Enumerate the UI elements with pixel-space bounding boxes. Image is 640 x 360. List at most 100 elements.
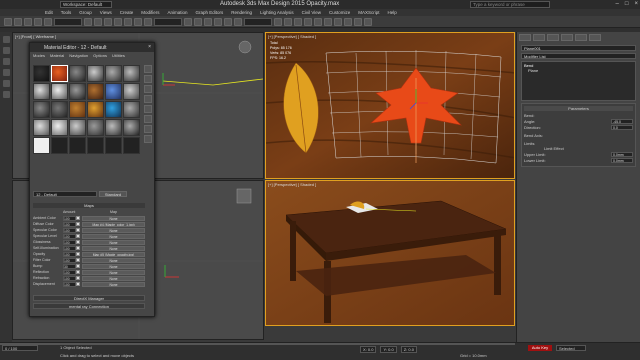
options-icon[interactable] bbox=[144, 125, 152, 133]
select-by-name-icon[interactable] bbox=[94, 17, 102, 26]
map-slot-button[interactable]: None bbox=[82, 245, 145, 251]
sample-type-icon[interactable] bbox=[144, 65, 152, 73]
angle-snap-icon[interactable] bbox=[214, 17, 222, 26]
sample-slot[interactable] bbox=[87, 65, 104, 82]
menu-options[interactable]: Options bbox=[93, 53, 107, 58]
menu-customize[interactable]: Customize bbox=[329, 10, 350, 15]
limit-effect-checkbox[interactable]: Limit Effect bbox=[524, 146, 633, 151]
map-amount-spinner[interactable]: 100 bbox=[63, 215, 76, 221]
background-icon[interactable] bbox=[144, 85, 152, 93]
sample-slot[interactable] bbox=[51, 101, 68, 118]
display-tab-icon[interactable] bbox=[575, 34, 587, 41]
reference-coordinate-dropdown[interactable] bbox=[154, 17, 182, 26]
map-amount-spinner[interactable]: 100 bbox=[63, 233, 76, 239]
map-amount-spinner[interactable]: 100 bbox=[63, 281, 76, 287]
menu-rendering[interactable]: Rendering bbox=[231, 10, 252, 15]
upper-limit-spinner[interactable]: 0.0mm bbox=[611, 152, 633, 157]
z-coordinate[interactable]: Z: 0.0 bbox=[400, 346, 417, 353]
object-name-field[interactable]: Plane001 bbox=[521, 45, 636, 51]
make-preview-icon[interactable] bbox=[144, 115, 152, 123]
sample-slot[interactable] bbox=[69, 119, 86, 136]
create-tab-icon[interactable] bbox=[519, 34, 531, 41]
close-icon[interactable]: × bbox=[634, 1, 638, 7]
sample-slot[interactable] bbox=[33, 119, 50, 136]
menu-modes[interactable]: Modes bbox=[33, 53, 45, 58]
map-slot-button[interactable]: None bbox=[82, 257, 145, 263]
map-slot-button[interactable]: None bbox=[82, 239, 145, 245]
menu-views[interactable]: Views bbox=[100, 10, 112, 15]
video-color-check-icon[interactable] bbox=[144, 105, 152, 113]
window-crossing-icon[interactable] bbox=[114, 17, 122, 26]
viewport-tool-icon[interactable] bbox=[2, 47, 10, 54]
sample-slot[interactable] bbox=[123, 137, 140, 154]
map-enable-checkbox[interactable] bbox=[76, 216, 80, 220]
map-enable-checkbox[interactable] bbox=[76, 270, 80, 274]
map-enable-checkbox[interactable] bbox=[76, 264, 80, 268]
motion-tab-icon[interactable] bbox=[561, 34, 573, 41]
map-slot-button[interactable]: None bbox=[82, 263, 145, 269]
menu-navigation[interactable]: Navigation bbox=[69, 53, 88, 58]
named-selection-dropdown[interactable] bbox=[244, 17, 272, 26]
maximize-icon[interactable]: □ bbox=[625, 1, 629, 7]
rendered-frame-window-icon[interactable] bbox=[354, 17, 362, 26]
render-setup-icon[interactable] bbox=[344, 17, 352, 26]
map-amount-spinner[interactable]: 100 bbox=[63, 257, 76, 263]
map-enable-checkbox[interactable] bbox=[76, 222, 80, 226]
sample-slot[interactable] bbox=[105, 137, 122, 154]
search-input[interactable]: Type a keyword or phrase bbox=[470, 1, 550, 8]
material-editor-icon[interactable] bbox=[334, 17, 342, 26]
auto-key-button[interactable]: Auto Key bbox=[528, 345, 552, 351]
menu-edit[interactable]: Edit bbox=[45, 10, 53, 15]
map-amount-spinner[interactable]: 100 bbox=[63, 269, 76, 275]
map-amount-spinner[interactable]: 100 bbox=[63, 227, 76, 233]
map-slot-button[interactable]: None bbox=[82, 233, 145, 239]
material-type-button[interactable]: Standard bbox=[99, 191, 127, 197]
sample-slot[interactable] bbox=[69, 101, 86, 118]
map-enable-checkbox[interactable] bbox=[76, 240, 80, 244]
menu-maxscript[interactable]: MAXScript bbox=[358, 10, 379, 15]
viewport-perspective-bottom[interactable]: [+] [Perspective] [ Shaded ] bbox=[265, 180, 515, 326]
map-amount-spinner[interactable]: 100 bbox=[63, 221, 76, 227]
map-slot-button[interactable]: None bbox=[82, 227, 145, 233]
viewport-tool-icon[interactable] bbox=[2, 58, 10, 65]
key-filter-dropdown[interactable]: Selected bbox=[556, 345, 586, 351]
undo-icon[interactable] bbox=[4, 17, 12, 26]
menu-graph-editors[interactable]: Graph Editors bbox=[196, 10, 224, 15]
rectangular-selection-icon[interactable] bbox=[104, 17, 112, 26]
map-slot-button[interactable]: None bbox=[82, 281, 145, 287]
hierarchy-tab-icon[interactable] bbox=[547, 34, 559, 41]
align-icon[interactable] bbox=[284, 17, 292, 26]
map-amount-spinner[interactable]: 100 bbox=[63, 251, 76, 257]
map-enable-checkbox[interactable] bbox=[76, 228, 80, 232]
modify-tab-icon[interactable] bbox=[533, 34, 545, 41]
sample-slot[interactable] bbox=[105, 101, 122, 118]
menu-animation[interactable]: Animation bbox=[168, 10, 188, 15]
map-enable-checkbox[interactable] bbox=[76, 276, 80, 280]
utilities-tab-icon[interactable] bbox=[589, 34, 601, 41]
material-name-field[interactable]: 12 - Default bbox=[33, 191, 97, 197]
bind-space-warp-icon[interactable] bbox=[44, 17, 52, 26]
sample-slot[interactable] bbox=[123, 65, 140, 82]
select-move-icon[interactable] bbox=[124, 17, 132, 26]
sample-slot[interactable] bbox=[105, 65, 122, 82]
viewport-tool-icon[interactable] bbox=[2, 69, 10, 76]
mirror-icon[interactable] bbox=[274, 17, 282, 26]
workspace-dropdown[interactable]: Workspace: Default bbox=[60, 1, 112, 8]
sample-slot[interactable] bbox=[105, 83, 122, 100]
curve-editor-icon[interactable] bbox=[314, 17, 322, 26]
backlight-icon[interactable] bbox=[144, 75, 152, 83]
layer-explorer-icon[interactable] bbox=[294, 17, 302, 26]
sample-slot[interactable] bbox=[123, 119, 140, 136]
sample-slot[interactable] bbox=[123, 101, 140, 118]
menu-lighting-analysis[interactable]: Lighting Analysis bbox=[260, 10, 294, 15]
lower-limit-spinner[interactable]: 0.0mm bbox=[611, 158, 633, 163]
map-enable-checkbox[interactable] bbox=[76, 282, 80, 286]
maps-rollout-title[interactable]: Maps bbox=[33, 203, 145, 208]
select-scale-icon[interactable] bbox=[144, 17, 152, 26]
minimize-icon[interactable]: – bbox=[616, 1, 619, 7]
snaps-toggle-icon[interactable] bbox=[204, 17, 212, 26]
close-icon[interactable]: × bbox=[148, 44, 151, 50]
map-amount-spinner[interactable]: 100 bbox=[63, 275, 76, 281]
sample-slot[interactable] bbox=[69, 83, 86, 100]
menu-help[interactable]: Help bbox=[388, 10, 397, 15]
